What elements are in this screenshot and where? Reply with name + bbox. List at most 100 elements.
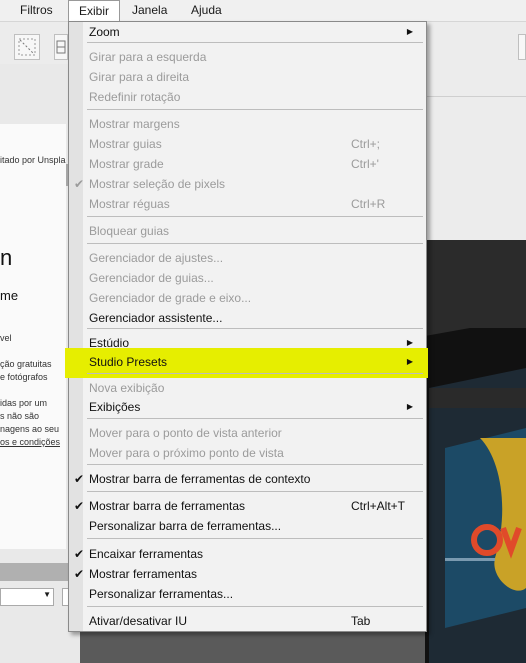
- menu-separator: [87, 373, 423, 374]
- menu-filtros[interactable]: Filtros: [20, 0, 53, 21]
- menu-item-shortcut: Tab: [351, 614, 371, 628]
- menu-item-shortcut: Ctrl+;: [351, 137, 381, 151]
- menu-item-mover-para-o-ponto-de-vista-anterior[interactable]: Mover para o ponto de vista anterior: [69, 423, 426, 443]
- menu-item-shortcut: Ctrl+R: [351, 197, 386, 211]
- checkmark-icon: ✔: [74, 567, 85, 581]
- menu-item-studio-presets[interactable]: Studio Presets ▶: [69, 352, 426, 372]
- menu-item-mostrar-ferramentas[interactable]: ✔ Mostrar ferramentas: [69, 564, 426, 584]
- menu-item-label: Nova exibição: [89, 381, 165, 395]
- checkmark-icon: ✔: [74, 499, 85, 513]
- chevron-down-icon: ▼: [43, 590, 51, 599]
- canvas-image: [425, 328, 526, 663]
- menu-item-label: Gerenciador de guias...: [89, 271, 214, 285]
- menu-item-label: Girar para a direita: [89, 70, 190, 84]
- grid-tool-button[interactable]: [54, 34, 68, 60]
- menu-item-label: Mostrar barra de ferramentas: [89, 499, 246, 513]
- submenu-arrow-icon: ▶: [406, 402, 413, 411]
- menu-item-shortcut: Ctrl+': [351, 157, 379, 171]
- menu-item-ativar-desativar-iu[interactable]: Ativar/desativar IU Tab: [69, 611, 426, 631]
- menu-item-personalizar-ferramentas[interactable]: Personalizar ferramentas...: [69, 584, 426, 604]
- checkmark-icon: ✔: [74, 547, 85, 561]
- left-link[interactable]: os e condições: [0, 436, 60, 449]
- menu-item-label: Mostrar réguas: [89, 197, 170, 211]
- menu-separator: [87, 418, 423, 419]
- menu-item-label: Bloquear guias: [89, 224, 170, 238]
- menu-item-shortcut: Ctrl+Alt+T: [351, 499, 406, 513]
- menu-separator: [87, 42, 423, 43]
- menu-item-label: Girar para a esquerda: [89, 50, 207, 64]
- menu-item-mostrar-barra-de-ferramentas[interactable]: ✔ Mostrar barra de ferramentas Ctrl+Alt+T: [69, 496, 426, 516]
- menu-item-estudio[interactable]: Estúdio ▶: [69, 333, 426, 353]
- menu-item-zoom[interactable]: Zoom ▶: [69, 22, 426, 42]
- menu-item-mostrar-guias[interactable]: Mostrar guias Ctrl+;: [69, 134, 426, 154]
- selection-tool-button[interactable]: [14, 34, 40, 60]
- toolbar-right-button[interactable]: [518, 34, 526, 60]
- menu-item-label: Mover para o ponto de vista anterior: [89, 426, 282, 440]
- divider: [425, 96, 526, 97]
- checkmark-icon: ✔: [74, 472, 85, 486]
- left-body-text: vel ção gratuitas e fotógrafos idas por …: [0, 332, 60, 449]
- menu-item-label: Zoom: [89, 25, 120, 39]
- left-heading-large: n: [0, 245, 13, 270]
- menu-separator: [87, 328, 423, 329]
- menu-separator: [87, 491, 423, 492]
- menu-ajuda[interactable]: Ajuda: [191, 0, 222, 21]
- menu-item-mostrar-margens[interactable]: Mostrar margens: [69, 114, 426, 134]
- left-line: idas por um: [0, 398, 48, 408]
- menu-item-mover-para-o-proximo-ponto-de-vista[interactable]: Mover para o próximo ponto de vista: [69, 443, 426, 463]
- menu-item-personalizar-barra-de-ferramentas[interactable]: Personalizar barra de ferramentas...: [69, 516, 426, 536]
- menu-item-label: Encaixar ferramentas: [89, 547, 204, 561]
- menu-item-label: Gerenciador assistente...: [89, 311, 223, 325]
- menu-item-label: Gerenciador de ajustes...: [89, 251, 224, 265]
- menu-item-gerenciador-de-guias[interactable]: Gerenciador de guias...: [69, 268, 426, 288]
- menu-item-nova-exibicao[interactable]: Nova exibição: [69, 378, 426, 398]
- checkmark-icon: ✔: [74, 177, 85, 191]
- submenu-arrow-icon: ▶: [406, 27, 413, 36]
- menu-item-label: Mover para o próximo ponto de vista: [89, 446, 284, 460]
- left-line: nagens ao seu: [0, 424, 60, 434]
- selection-icon: [18, 38, 36, 56]
- menu-janela[interactable]: Janela: [132, 0, 167, 21]
- left-line: e fotógrafos: [0, 372, 48, 382]
- exibir-dropdown-menu: Zoom ▶ Girar para a esquerda Girar para a d…: [65, 21, 428, 632]
- menu-item-bloquear-guias[interactable]: Bloquear guias: [69, 221, 426, 241]
- menu-item-label: Redefinir rotação: [89, 90, 181, 104]
- menu-item-girar-para-a-direita[interactable]: Girar para a direita: [69, 67, 426, 87]
- menu-item-label: Mostrar barra de ferramentas de contexto: [89, 472, 311, 486]
- menu-item-gerenciador-assistente[interactable]: Gerenciador assistente...: [69, 308, 426, 328]
- left-dropdown[interactable]: ▼: [0, 588, 54, 606]
- submenu-arrow-icon: ▶: [406, 357, 413, 366]
- menu-separator: [87, 464, 423, 465]
- menu-item-label: Personalizar barra de ferramentas...: [89, 519, 282, 533]
- submenu-arrow-icon: ▶: [406, 338, 413, 347]
- menu-item-gerenciador-de-ajustes[interactable]: Gerenciador de ajustes...: [69, 248, 426, 268]
- menu-item-mostrar-selecao-de-pixels[interactable]: ✔ Mostrar seleção de pixels: [69, 174, 426, 194]
- menu-item-gerenciador-de-grade-e-eixo[interactable]: Gerenciador de grade e eixo...: [69, 288, 426, 308]
- menu-item-label: Personalizar ferramentas...: [89, 587, 234, 601]
- left-line: vel: [0, 333, 12, 343]
- menu-item-mostrar-reguas[interactable]: Mostrar réguas Ctrl+R: [69, 194, 426, 214]
- menu-item-mostrar-grade[interactable]: Mostrar grade Ctrl+': [69, 154, 426, 174]
- menu-item-exibicoes[interactable]: Exibições ▶: [69, 397, 426, 417]
- left-line: s não são: [0, 411, 40, 421]
- menu-separator: [87, 243, 423, 244]
- menu-separator: [87, 606, 423, 607]
- menu-item-label: Mostrar guias: [89, 137, 162, 151]
- menu-item-label: Exibições: [89, 400, 141, 414]
- right-top-area: [425, 64, 526, 240]
- menu-item-label: Ativar/desativar IU: [89, 614, 188, 628]
- menu-item-encaixar-ferramentas[interactable]: ✔ Encaixar ferramentas: [69, 544, 426, 564]
- menu-item-label: Mostrar grade: [89, 157, 164, 171]
- menu-item-mostrar-barra-de-ferramentas-de-contexto[interactable]: ✔ Mostrar barra de ferramentas de context…: [69, 469, 426, 489]
- menu-item-label: Estúdio: [89, 336, 130, 350]
- menu-item-label: Studio Presets: [89, 355, 168, 369]
- menu-item-label: Mostrar ferramentas: [89, 567, 198, 581]
- menu-item-redefinir-rotacao[interactable]: Redefinir rotação: [69, 87, 426, 107]
- menu-exibir[interactable]: Exibir: [68, 0, 121, 21]
- credit-text: itado por Unspla: [0, 155, 66, 165]
- menu-item-girar-para-a-esquerda[interactable]: Girar para a esquerda: [69, 47, 426, 67]
- menu-separator: [87, 538, 423, 539]
- left-heading-small: me: [0, 288, 19, 303]
- left-line: ção gratuitas: [0, 359, 52, 369]
- menu-separator: [87, 216, 423, 217]
